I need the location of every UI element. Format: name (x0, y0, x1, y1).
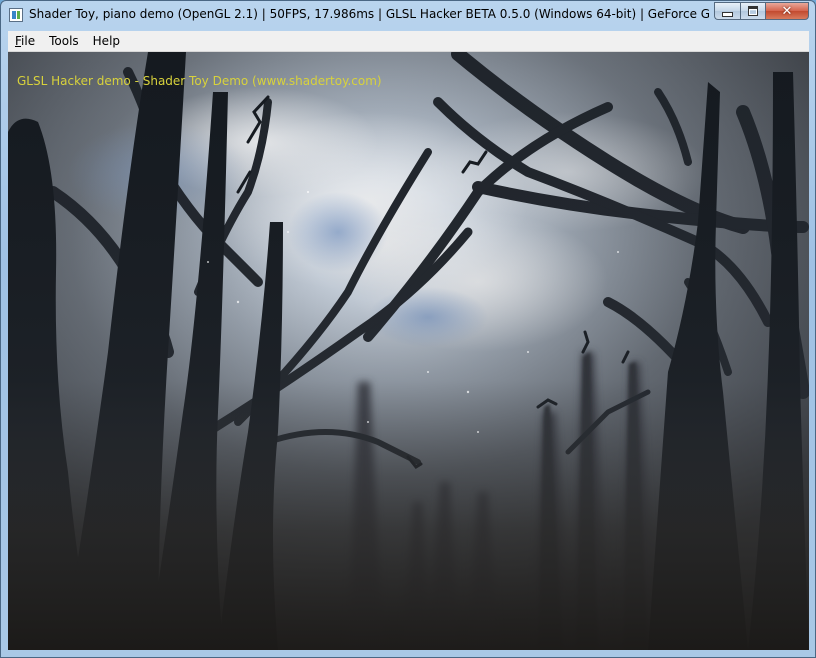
menu-help[interactable]: Help (86, 32, 127, 50)
close-icon: ✕ (781, 3, 793, 19)
menu-tools[interactable]: Tools (42, 32, 86, 50)
minimize-button[interactable] (714, 2, 740, 20)
title-bar[interactable]: Shader Toy, piano demo (OpenGL 2.1) | 50… (1, 1, 815, 31)
minimize-icon (722, 11, 733, 17)
maximize-icon (748, 6, 758, 16)
close-button[interactable]: ✕ (765, 2, 809, 20)
caption-buttons: ✕ (714, 2, 809, 22)
glsl-hacker-app-icon[interactable] (9, 8, 23, 22)
menu-file-label: ile (21, 34, 36, 48)
ground-mist (8, 52, 809, 650)
menu-help-label: Help (92, 34, 121, 48)
app-window: Shader Toy, piano demo (OpenGL 2.1) | 50… (0, 0, 816, 658)
menu-bar: File Tools Help (8, 31, 809, 52)
menu-tools-label: Tools (49, 34, 79, 48)
shader-scene (8, 52, 809, 650)
demo-overlay-label: GLSL Hacker demo - Shader Toy Demo (www.… (17, 74, 382, 88)
menu-file[interactable]: File (8, 32, 42, 50)
window-title: Shader Toy, piano demo (OpenGL 2.1) | 50… (29, 7, 709, 21)
maximize-button[interactable] (740, 2, 765, 20)
render-viewport[interactable]: GLSL Hacker demo - Shader Toy Demo (www.… (8, 52, 809, 650)
